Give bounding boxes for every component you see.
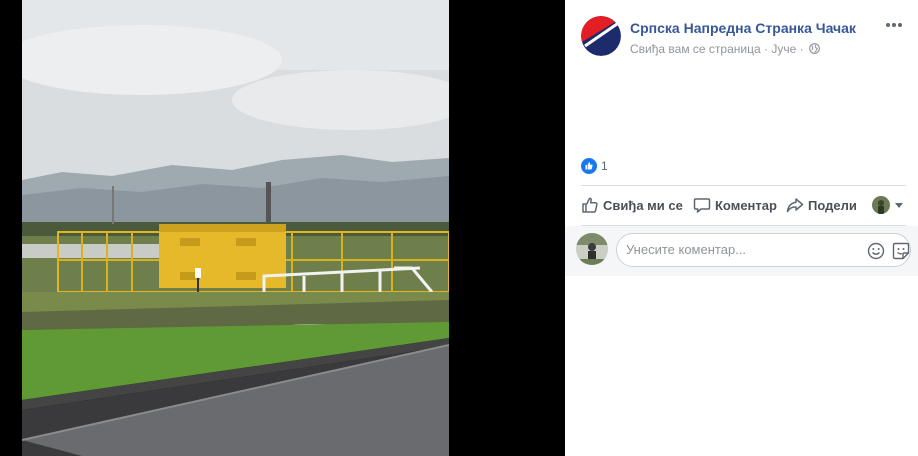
comment-input[interactable] xyxy=(626,242,856,257)
post-photo[interactable] xyxy=(22,0,449,456)
share-arrow-icon xyxy=(786,198,804,213)
page-avatar[interactable] xyxy=(581,16,621,56)
user-avatar[interactable] xyxy=(576,233,608,265)
party-logo-icon xyxy=(581,16,621,56)
post-meta: Свиђа вам се страница · Јуче · xyxy=(630,41,820,56)
post-actions-bar: Свиђа ми се Коментар Подели xyxy=(581,188,910,222)
thumbs-up-icon xyxy=(582,197,598,213)
comment-icon xyxy=(693,198,711,213)
emoji-icon[interactable] xyxy=(867,242,885,260)
post-header: Српска Напредна Странка Чачак Свиђа вам … xyxy=(581,16,906,60)
like-count: 1 xyxy=(601,159,608,173)
meta-separator: · xyxy=(799,41,804,56)
share-button[interactable]: Подели xyxy=(786,188,857,222)
more-options-icon[interactable] xyxy=(884,18,904,32)
comment-box xyxy=(616,233,911,267)
post-timestamp[interactable]: Јуче xyxy=(771,42,796,56)
sticker-icon[interactable] xyxy=(892,242,910,260)
globe-icon[interactable] xyxy=(809,43,820,55)
post-sidebar: Српска Напредна Странка Чачак Свиђа вам … xyxy=(565,0,918,456)
like-button[interactable]: Свиђа ми се xyxy=(581,188,683,222)
share-label: Подели xyxy=(808,197,857,213)
divider xyxy=(581,185,906,186)
like-label: Свиђа ми се xyxy=(603,197,683,213)
comment-button[interactable]: Коментар xyxy=(693,188,777,222)
comment-label: Коментар xyxy=(715,197,777,213)
meta-separator: · xyxy=(764,41,768,56)
page-liked-text: Свиђа вам се страница xyxy=(630,41,761,56)
caret-down-icon xyxy=(895,203,903,208)
react-as-selector[interactable] xyxy=(872,188,908,222)
page-name-link[interactable]: Српска Напредна Странка Чачак xyxy=(630,20,856,36)
comment-composer xyxy=(565,226,918,276)
like-badge-icon xyxy=(581,158,597,174)
current-user-mini-avatar xyxy=(872,196,890,214)
photo-viewer xyxy=(0,0,565,456)
